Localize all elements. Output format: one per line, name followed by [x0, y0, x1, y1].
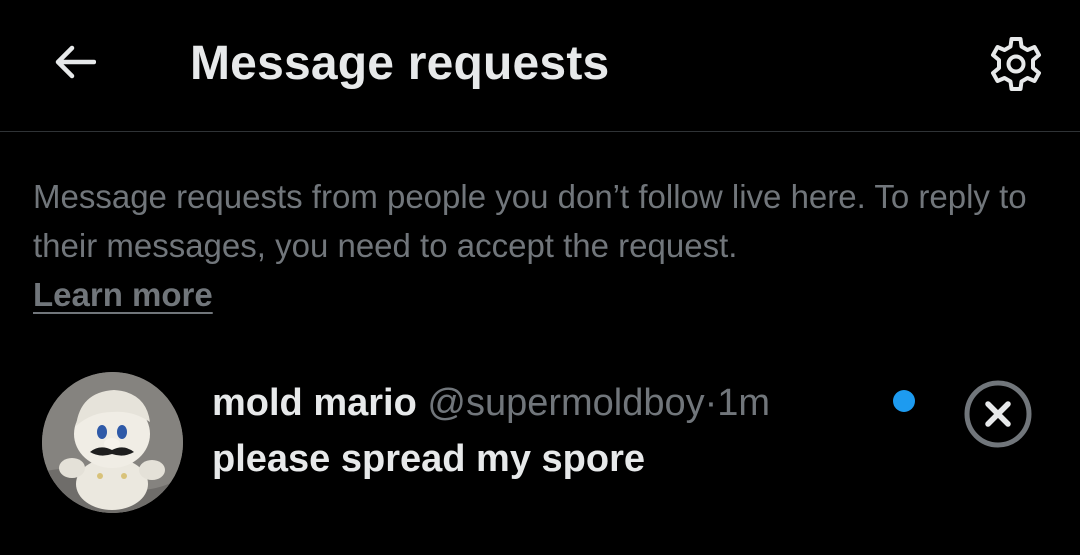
info-text: Message requests from people you don’t f…: [33, 172, 1053, 319]
dismiss-button[interactable]: [962, 378, 1034, 450]
separator-dot: ·: [704, 382, 718, 424]
avatar[interactable]: [42, 372, 183, 513]
sender-handle: @supermoldboy: [427, 382, 705, 424]
arrow-left-icon: [55, 45, 96, 79]
settings-button[interactable]: [984, 32, 1048, 96]
gear-icon: [991, 37, 1041, 91]
sender-name: mold mario: [212, 382, 417, 424]
timestamp: 1m: [717, 382, 771, 424]
close-circle-icon: [964, 380, 1032, 448]
message-preview: please spread my spore: [212, 438, 645, 480]
unread-indicator: [893, 390, 915, 412]
plush-avatar: [42, 372, 183, 513]
back-button[interactable]: [46, 38, 102, 86]
header: Message requests: [0, 0, 1080, 132]
message-request-item[interactable]: mold mario @supermoldboy·1m please sprea…: [0, 360, 1080, 520]
learn-more-link[interactable]: Learn more: [33, 270, 213, 319]
info-description: Message requests from people you don’t f…: [33, 178, 1027, 264]
sender-line: mold mario @supermoldboy·1m: [212, 382, 770, 425]
page-title: Message requests: [190, 37, 610, 90]
